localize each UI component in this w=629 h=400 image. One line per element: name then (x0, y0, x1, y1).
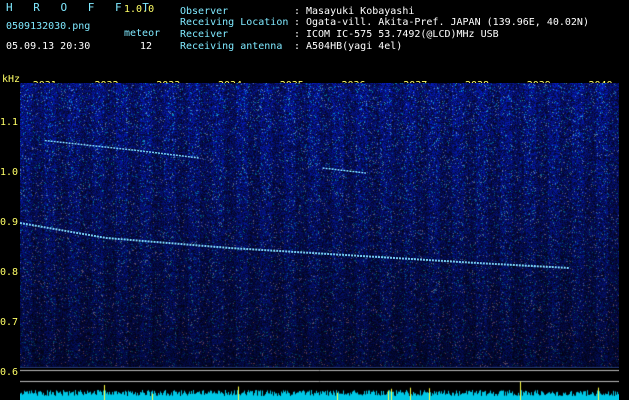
y-tick-label: 0.9 (0, 217, 19, 228)
info-sep: : (294, 6, 301, 17)
file-name: 0509132030.png (6, 21, 91, 32)
info-key-observer: Observer (180, 6, 229, 17)
y-axis-label: kHz (2, 74, 21, 85)
info-value-receiver: ICOM IC-575 53.7492(@LCD)MHz USB (306, 29, 499, 40)
info-sep: : (294, 41, 301, 52)
info-key-receiver: Receiver (180, 29, 229, 40)
info-value-observer: Masayuki Kobayashi (306, 6, 415, 17)
y-tick-label: 1.1 (0, 117, 19, 128)
file-datetime: 05.09.13 20:30 (6, 41, 91, 52)
meteor-count: 12 (140, 41, 153, 52)
spectrogram-canvas (20, 83, 619, 368)
y-tick-label: 0.8 (0, 267, 19, 278)
app-version: 1.0.0 (124, 4, 155, 15)
info-value-antenna: A504HB(yagi 4el) (306, 41, 403, 52)
y-tick-label: 0.6 (0, 367, 19, 378)
y-tick-label: 1.0 (0, 167, 19, 178)
info-sep: : (294, 17, 301, 28)
info-value-location: Ogata-vill. Akita-Pref. JAPAN (139.96E, … (306, 17, 589, 28)
info-sep: : (294, 29, 301, 40)
signal-strength-band (20, 368, 619, 400)
meteor-label: meteor (124, 28, 161, 39)
y-tick-label: 0.7 (0, 317, 19, 328)
info-key-location: Receiving Location (180, 17, 289, 28)
info-key-antenna: Receiving antenna (180, 41, 283, 52)
